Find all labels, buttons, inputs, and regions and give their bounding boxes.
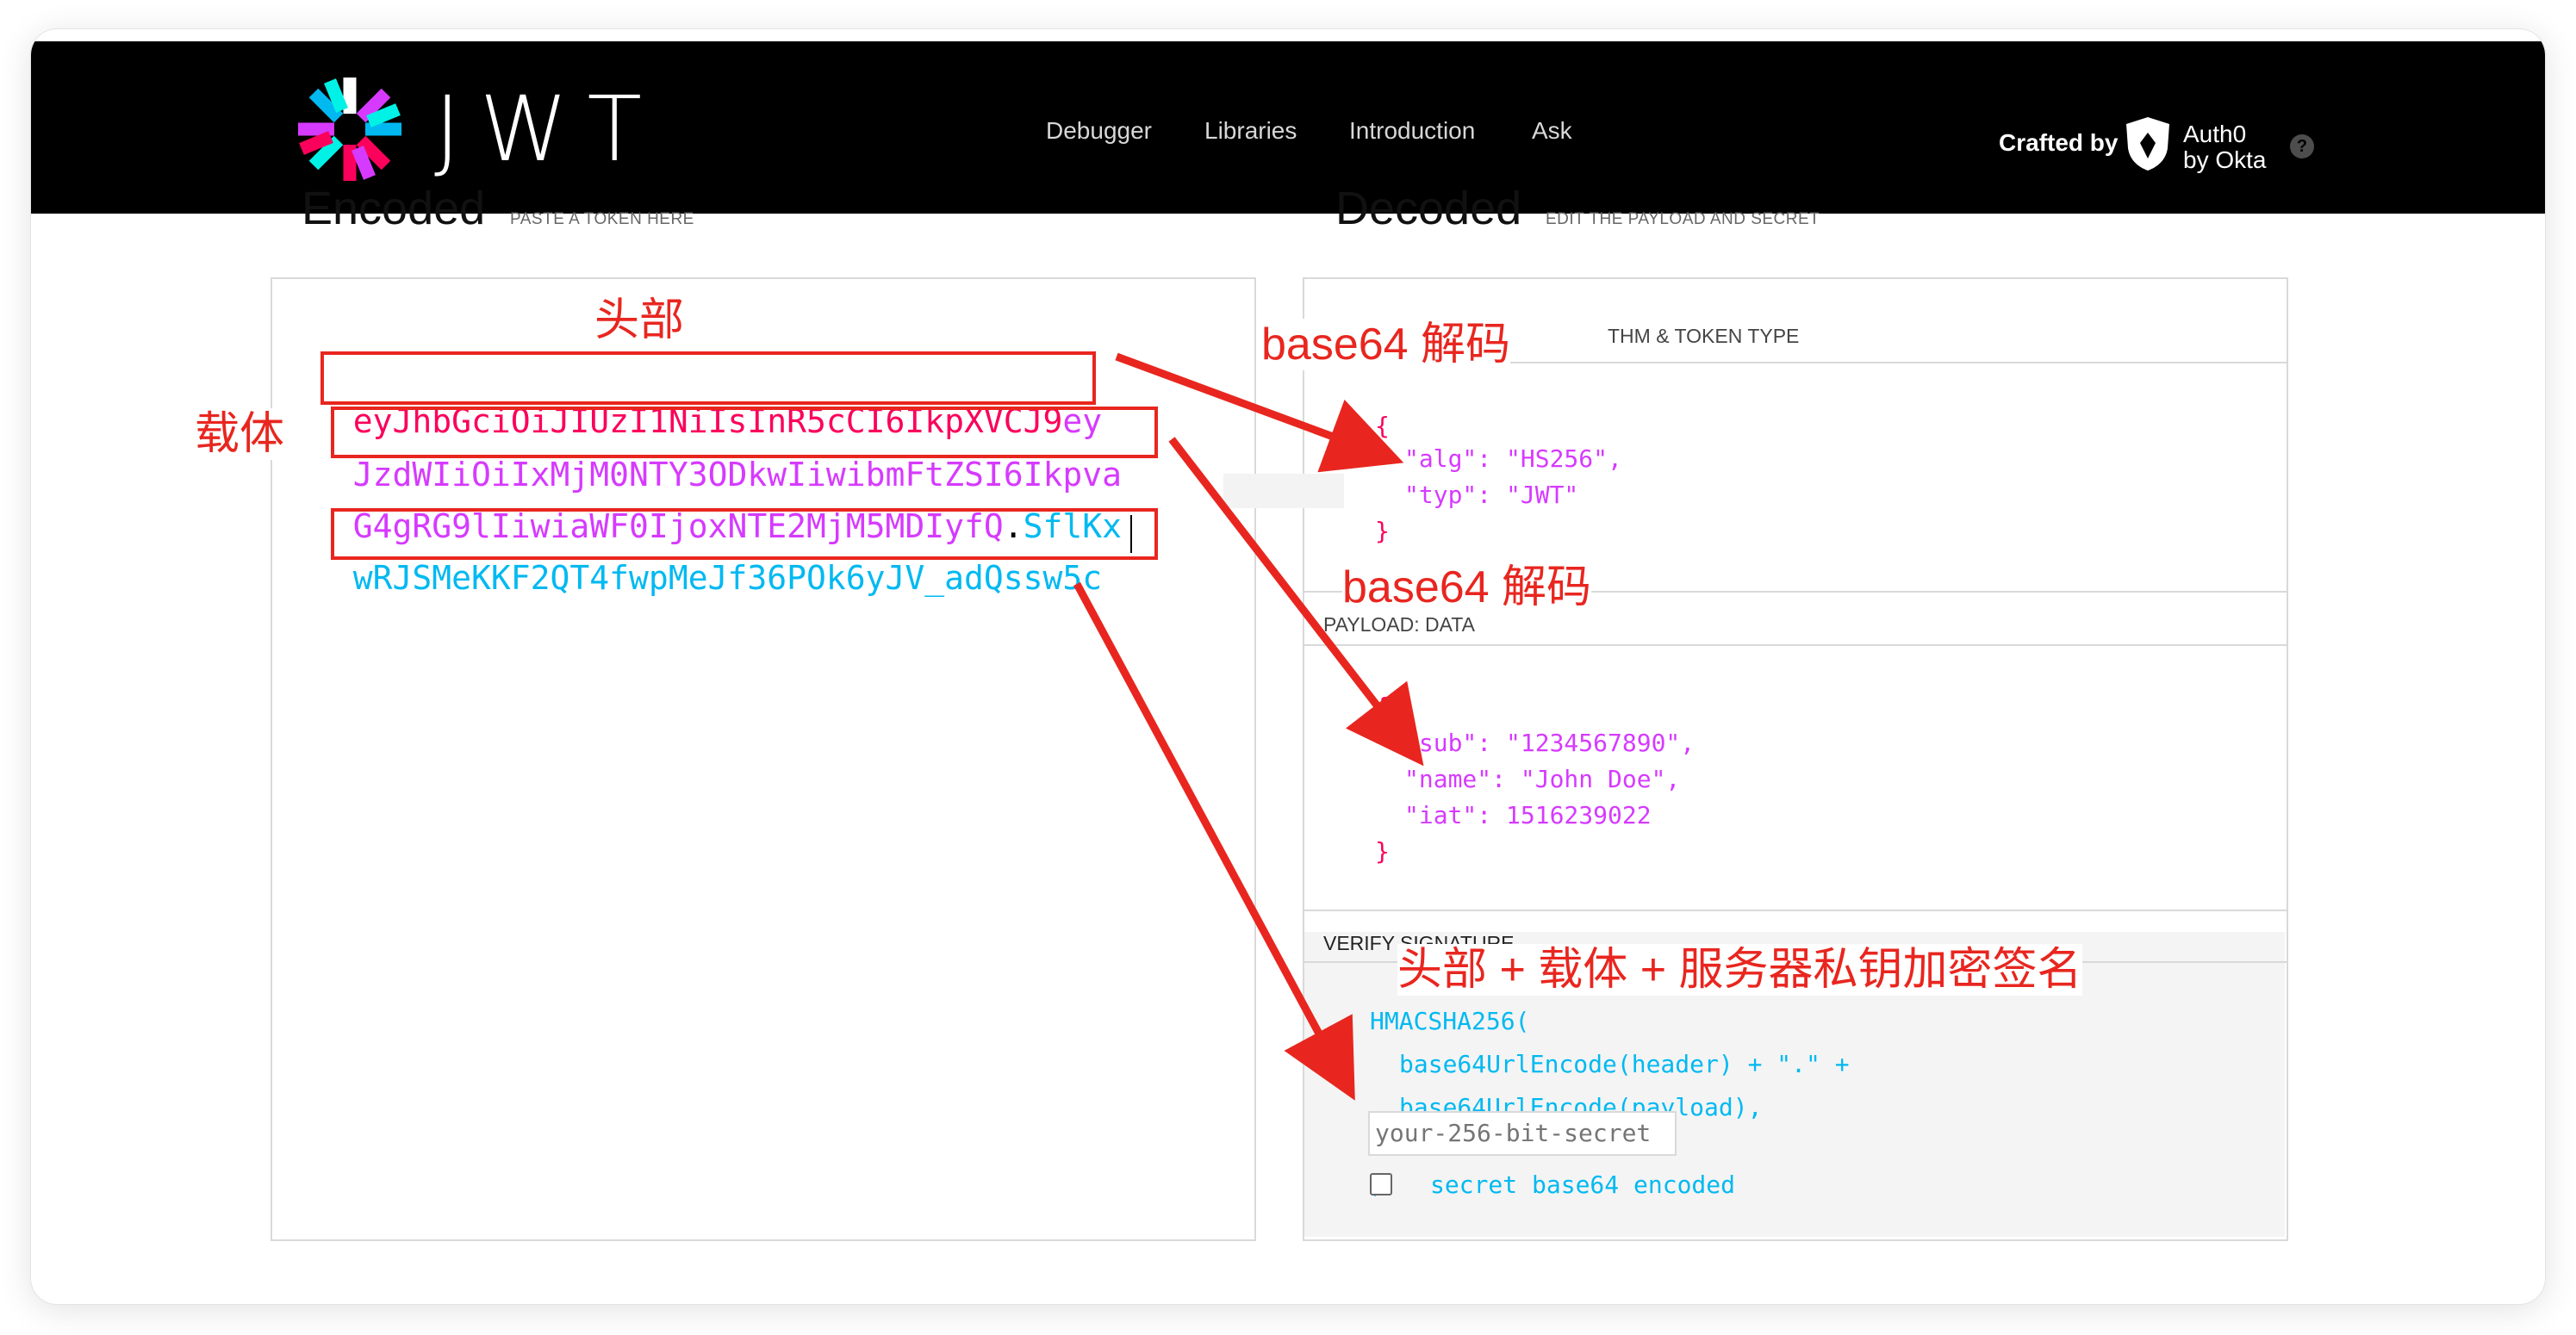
arrow-header-to-decode xyxy=(1115,352,1404,473)
arrow-signature-to-verify xyxy=(1073,581,1355,1101)
arrow-payload-to-decode xyxy=(1168,437,1424,767)
annotation-arrows xyxy=(1073,352,1424,1101)
